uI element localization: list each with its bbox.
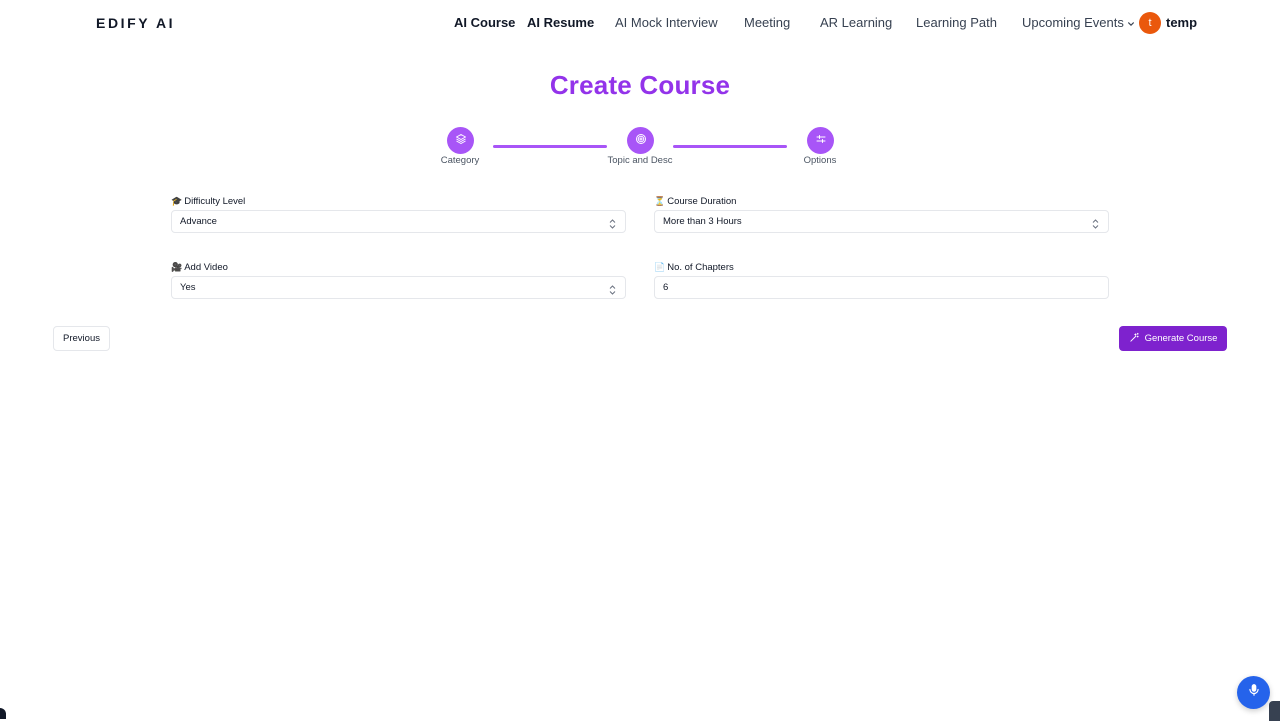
duration-label: ⏳ Course Duration bbox=[654, 196, 736, 207]
step-category-circle[interactable] bbox=[447, 127, 474, 154]
side-panel-tab[interactable] bbox=[1269, 701, 1280, 721]
sliders-icon bbox=[815, 132, 827, 150]
nav-ai-course[interactable]: AI Course bbox=[454, 15, 515, 30]
video-label: 🎥 Add Video bbox=[171, 262, 228, 273]
duration-label-text: Course Duration bbox=[667, 196, 737, 207]
previous-button[interactable]: Previous bbox=[53, 326, 110, 351]
step-connector bbox=[673, 145, 787, 148]
hourglass-icon: ⏳ bbox=[654, 196, 666, 206]
top-navbar: EDIFY AI AI Course AI Resume AI Mock Int… bbox=[0, 0, 1280, 46]
voice-assistant-button[interactable] bbox=[1237, 676, 1270, 709]
document-icon: 📄 bbox=[654, 262, 666, 272]
nav-meeting[interactable]: Meeting bbox=[744, 15, 790, 30]
nav-learning-path[interactable]: Learning Path bbox=[916, 15, 997, 30]
difficulty-label-text: Difficulty Level bbox=[184, 196, 246, 207]
difficulty-label: 🎓 Difficulty Level bbox=[171, 196, 245, 207]
magic-wand-icon bbox=[1129, 332, 1140, 346]
duration-select[interactable]: More than 3 Hours bbox=[654, 210, 1109, 233]
generate-course-label: Generate Course bbox=[1144, 333, 1218, 344]
microphone-icon bbox=[1247, 682, 1261, 703]
page-title: Create Course bbox=[549, 70, 731, 100]
video-label-text: Add Video bbox=[184, 262, 228, 273]
nav-upcoming-events[interactable]: Upcoming Events bbox=[1022, 15, 1135, 31]
brand-logo[interactable]: EDIFY AI bbox=[96, 15, 175, 31]
chapters-input[interactable]: 6 bbox=[654, 276, 1109, 299]
nav-ar-learning[interactable]: AR Learning bbox=[820, 15, 892, 30]
select-arrows-icon bbox=[609, 216, 616, 237]
step-topic-circle[interactable] bbox=[627, 127, 654, 154]
nav-ai-resume[interactable]: AI Resume bbox=[527, 15, 594, 30]
chevron-down-icon bbox=[1127, 16, 1135, 31]
user-avatar[interactable]: t bbox=[1139, 12, 1161, 34]
generate-course-button[interactable]: Generate Course bbox=[1119, 326, 1227, 351]
step-options-circle[interactable] bbox=[807, 127, 834, 154]
target-icon bbox=[635, 132, 647, 150]
video-select[interactable]: Yes bbox=[171, 276, 626, 299]
corner-widget bbox=[0, 708, 6, 719]
difficulty-select[interactable]: Advance bbox=[171, 210, 626, 233]
chapters-label: 📄 No. of Chapters bbox=[654, 262, 734, 273]
difficulty-value: Advance bbox=[180, 216, 217, 227]
step-options-label: Options bbox=[803, 155, 837, 166]
step-connector bbox=[493, 145, 607, 148]
select-arrows-icon bbox=[609, 282, 616, 303]
step-category-label: Category bbox=[440, 155, 480, 166]
duration-value: More than 3 Hours bbox=[663, 216, 742, 227]
user-name[interactable]: temp bbox=[1166, 15, 1197, 30]
layers-icon bbox=[455, 132, 467, 150]
video-value: Yes bbox=[180, 282, 196, 293]
nav-upcoming-events-label: Upcoming Events bbox=[1022, 15, 1124, 30]
step-topic-label: Topic and Desc bbox=[607, 155, 673, 166]
select-arrows-icon bbox=[1092, 216, 1099, 237]
graduation-cap-icon: 🎓 bbox=[171, 196, 183, 206]
video-camera-icon: 🎥 bbox=[171, 262, 183, 272]
nav-ai-mock-interview[interactable]: AI Mock Interview bbox=[615, 15, 718, 30]
chapters-label-text: No. of Chapters bbox=[667, 262, 734, 273]
